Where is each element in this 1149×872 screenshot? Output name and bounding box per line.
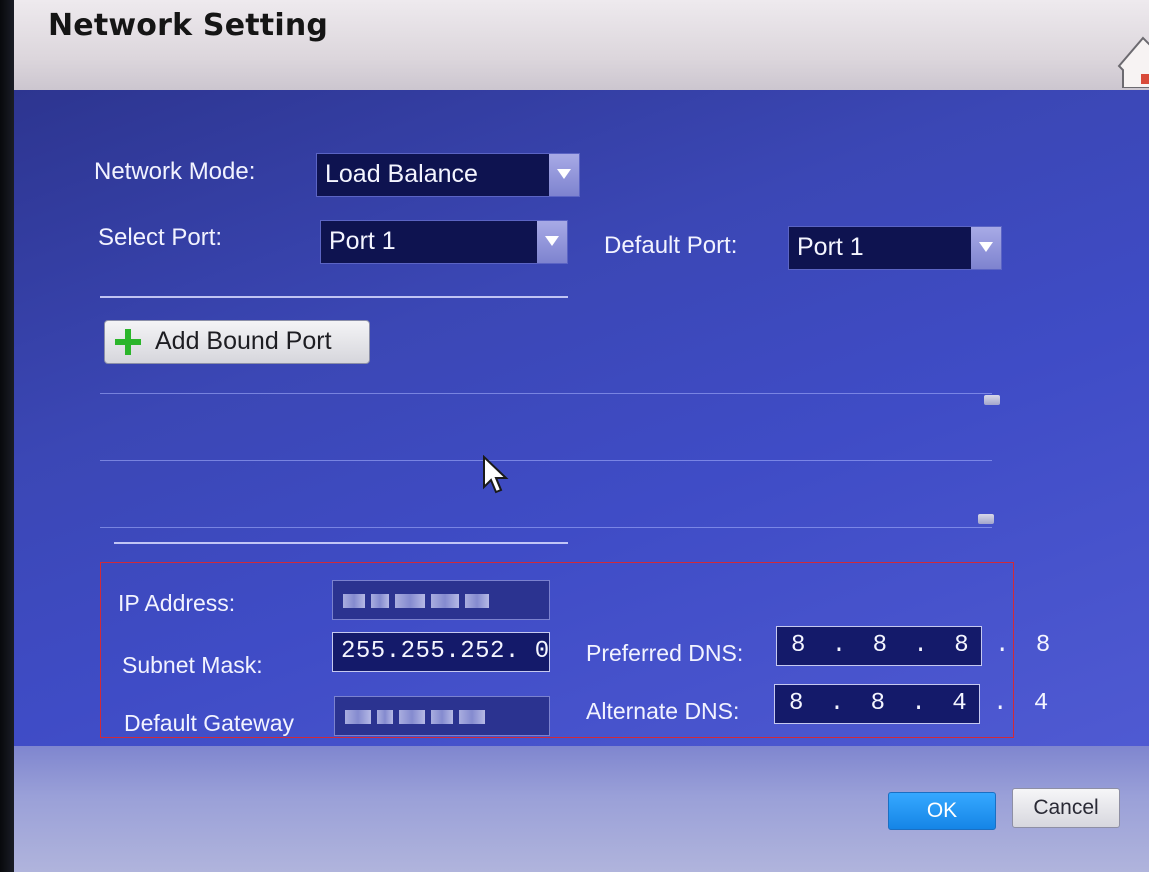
network-mode-label: Network Mode: [94,158,256,185]
list-row-divider [100,460,992,461]
default-gateway-field[interactable] [334,696,550,736]
ip-address-field[interactable] [332,580,550,620]
preferred-dns-value: 8 . 8 . 8 . 8 [791,632,1057,659]
scroll-down-button[interactable] [978,514,994,524]
cancel-button[interactable]: Cancel [1012,788,1120,828]
subnet-mask-value: 255.255.252. 0 [341,638,550,665]
mouse-pointer-icon [482,454,510,499]
screen: Network Setting Network Mode: Load Balan… [0,0,1149,872]
separator-line [100,296,568,298]
alternate-dns-label: Alternate DNS: [586,698,740,724]
network-mode-select[interactable]: Load Balance [316,153,580,197]
cancel-button-label: Cancel [1033,796,1099,819]
select-port-select[interactable]: Port 1 [320,220,568,264]
subnet-mask-field[interactable]: 255.255.252. 0 [332,632,550,672]
scroll-up-button[interactable] [984,395,1000,405]
title-bar: Network Setting [14,0,1149,98]
network-setting-dialog: Network Setting Network Mode: Load Balan… [14,0,1149,872]
default-port-label: Default Port: [604,232,738,259]
home-icon[interactable] [1117,30,1149,89]
separator-line [114,542,568,544]
monitor-bezel [0,0,14,872]
redacted-value [343,593,489,609]
list-row-divider [100,527,992,528]
select-port-value: Port 1 [329,227,396,255]
network-mode-value: Load Balance [325,160,478,188]
chevron-down-icon[interactable] [549,154,579,196]
add-bound-port-label: Add Bound Port [155,327,332,355]
ip-address-label: IP Address: [118,590,236,616]
alternate-dns-value: 8 . 8 . 4 . 4 [789,690,1055,717]
default-port-select[interactable]: Port 1 [788,226,1002,270]
chevron-down-icon[interactable] [971,227,1001,269]
preferred-dns-field[interactable]: 8 . 8 . 8 . 8 [776,626,1050,666]
add-bound-port-button[interactable]: Add Bound Port [104,320,370,364]
redacted-value [345,709,485,725]
default-port-value: Port 1 [797,233,864,261]
list-row-divider [100,393,992,394]
preferred-dns-label: Preferred DNS: [586,640,744,666]
dialog-title: Network Setting [48,8,329,43]
plus-icon [115,329,141,359]
alternate-dns-field[interactable]: 8 . 8 . 4 . 4 [774,684,1048,724]
ok-button[interactable]: OK [888,792,996,830]
select-port-label: Select Port: [98,224,223,251]
chevron-down-icon[interactable] [537,221,567,263]
ok-button-label: OK [926,799,958,822]
subnet-mask-label: Subnet Mask: [122,652,263,678]
default-gateway-label: Default Gateway [124,710,295,736]
